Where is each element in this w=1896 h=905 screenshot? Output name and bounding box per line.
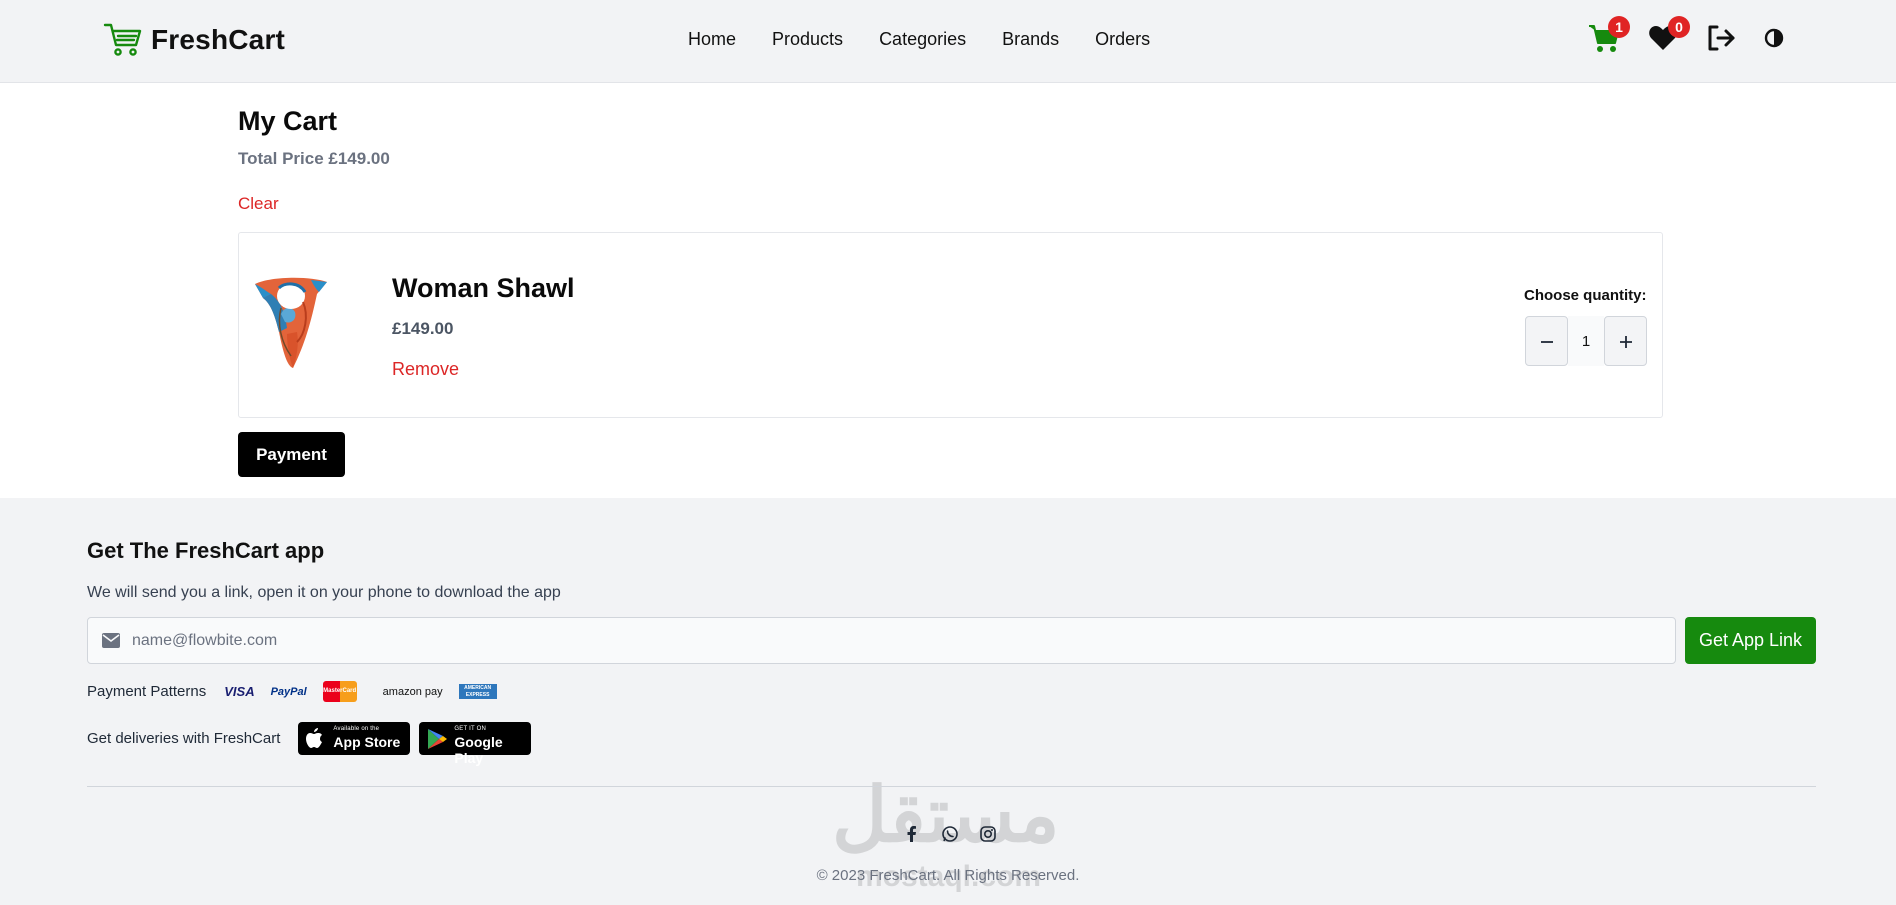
mastercard-logo: MasterCard bbox=[322, 681, 357, 702]
nav-orders[interactable]: Orders bbox=[1095, 29, 1150, 50]
clear-cart-button[interactable]: Clear bbox=[238, 194, 279, 214]
get-app-link-button[interactable]: Get App Link bbox=[1685, 617, 1816, 664]
brand-name: FreshCart bbox=[151, 24, 286, 55]
footer-title: Get The FreshCart app bbox=[87, 538, 325, 563]
google-play-icon bbox=[428, 729, 448, 749]
plus-icon bbox=[1619, 336, 1632, 348]
main-nav: Home Products Categories Brands Orders bbox=[688, 29, 1150, 50]
logout-icon bbox=[1708, 25, 1735, 51]
quantity-label: Choose quantity: bbox=[1524, 287, 1647, 304]
paypal-logo: PayPal bbox=[270, 685, 307, 698]
cart-section: My Cart Total Price £149.00 Clear Woman … bbox=[0, 83, 1896, 498]
product-name: Woman Shawl bbox=[392, 273, 575, 303]
email-field[interactable] bbox=[132, 618, 1632, 663]
footer-subtitle: We will send you a link, open it on your… bbox=[87, 584, 561, 601]
email-field-wrapper bbox=[87, 617, 1676, 664]
contrast-icon bbox=[1764, 28, 1784, 48]
payment-button[interactable]: Payment bbox=[238, 432, 345, 477]
copyright-text: © 2023 FreshCart. All Rights Reserved. bbox=[816, 867, 1080, 884]
google-play-big-text: Google Play bbox=[454, 734, 503, 766]
cart-item: Woman Shawl £149.00 Remove Choose quanti… bbox=[238, 232, 1663, 418]
facebook-icon[interactable] bbox=[903, 825, 921, 843]
remove-item-button[interactable]: Remove bbox=[392, 359, 459, 380]
amazon-pay-logo: amazon pay bbox=[382, 685, 443, 698]
payment-partners-row: Payment Patterns VISA PayPal MasterCard … bbox=[87, 681, 513, 702]
watermark-arabic: مستقل bbox=[832, 773, 1060, 858]
social-links bbox=[903, 825, 997, 843]
decrease-quantity-button[interactable] bbox=[1525, 316, 1568, 366]
nav-brands[interactable]: Brands bbox=[1002, 29, 1059, 50]
amex-logo: AMERICAN EXPRESS bbox=[458, 684, 497, 699]
nav-home[interactable]: Home bbox=[688, 29, 736, 50]
cart-count-badge: 1 bbox=[1608, 16, 1630, 38]
product-price: £149.00 bbox=[392, 319, 454, 338]
app-store-small-text: Available on the bbox=[333, 726, 380, 732]
google-play-small-text: GET IT ON bbox=[454, 726, 486, 732]
mastercard-logo-wrap: MasterCard bbox=[322, 681, 357, 702]
google-play-badge[interactable]: GET IT ON Google Play bbox=[419, 722, 532, 766]
app-store-row: Get deliveries with FreshCart Available … bbox=[87, 722, 540, 766]
page-title: My Cart bbox=[238, 106, 338, 136]
nav-products[interactable]: Products bbox=[772, 29, 843, 50]
increase-quantity-button[interactable] bbox=[1604, 316, 1647, 366]
wishlist-button[interactable]: 0 bbox=[1646, 16, 1690, 60]
shawl-image bbox=[255, 277, 327, 368]
navbar: FreshCart Home Products Categories Brand… bbox=[0, 0, 1896, 83]
brand-logo[interactable]: FreshCart bbox=[103, 22, 285, 58]
theme-toggle-button[interactable] bbox=[1758, 20, 1798, 60]
shopping-cart-logo-icon bbox=[103, 23, 142, 56]
logout-button[interactable] bbox=[1704, 20, 1744, 60]
minus-icon bbox=[1540, 341, 1553, 343]
instagram-icon[interactable] bbox=[979, 825, 997, 843]
apple-icon bbox=[306, 728, 323, 748]
footer-divider bbox=[87, 786, 1816, 787]
deliveries-label: Get deliveries with FreshCart bbox=[87, 730, 281, 747]
footer: مستقل mostaql.com Get The FreshCart app … bbox=[0, 498, 1896, 905]
cart-button[interactable]: 1 bbox=[1586, 16, 1630, 60]
app-store-badge[interactable]: Available on the App Store bbox=[298, 722, 411, 755]
visa-logo: VISA bbox=[224, 684, 255, 699]
payment-partners-label: Payment Patterns bbox=[87, 683, 207, 700]
nav-categories[interactable]: Categories bbox=[879, 29, 966, 50]
whatsapp-icon[interactable] bbox=[941, 825, 959, 843]
wishlist-count-badge: 0 bbox=[1668, 16, 1690, 38]
quantity-stepper bbox=[1525, 316, 1647, 366]
envelope-icon bbox=[102, 633, 120, 648]
total-price: Total Price £149.00 bbox=[238, 149, 390, 168]
app-store-big-text: App Store bbox=[333, 734, 401, 750]
quantity-input[interactable] bbox=[1568, 316, 1604, 366]
